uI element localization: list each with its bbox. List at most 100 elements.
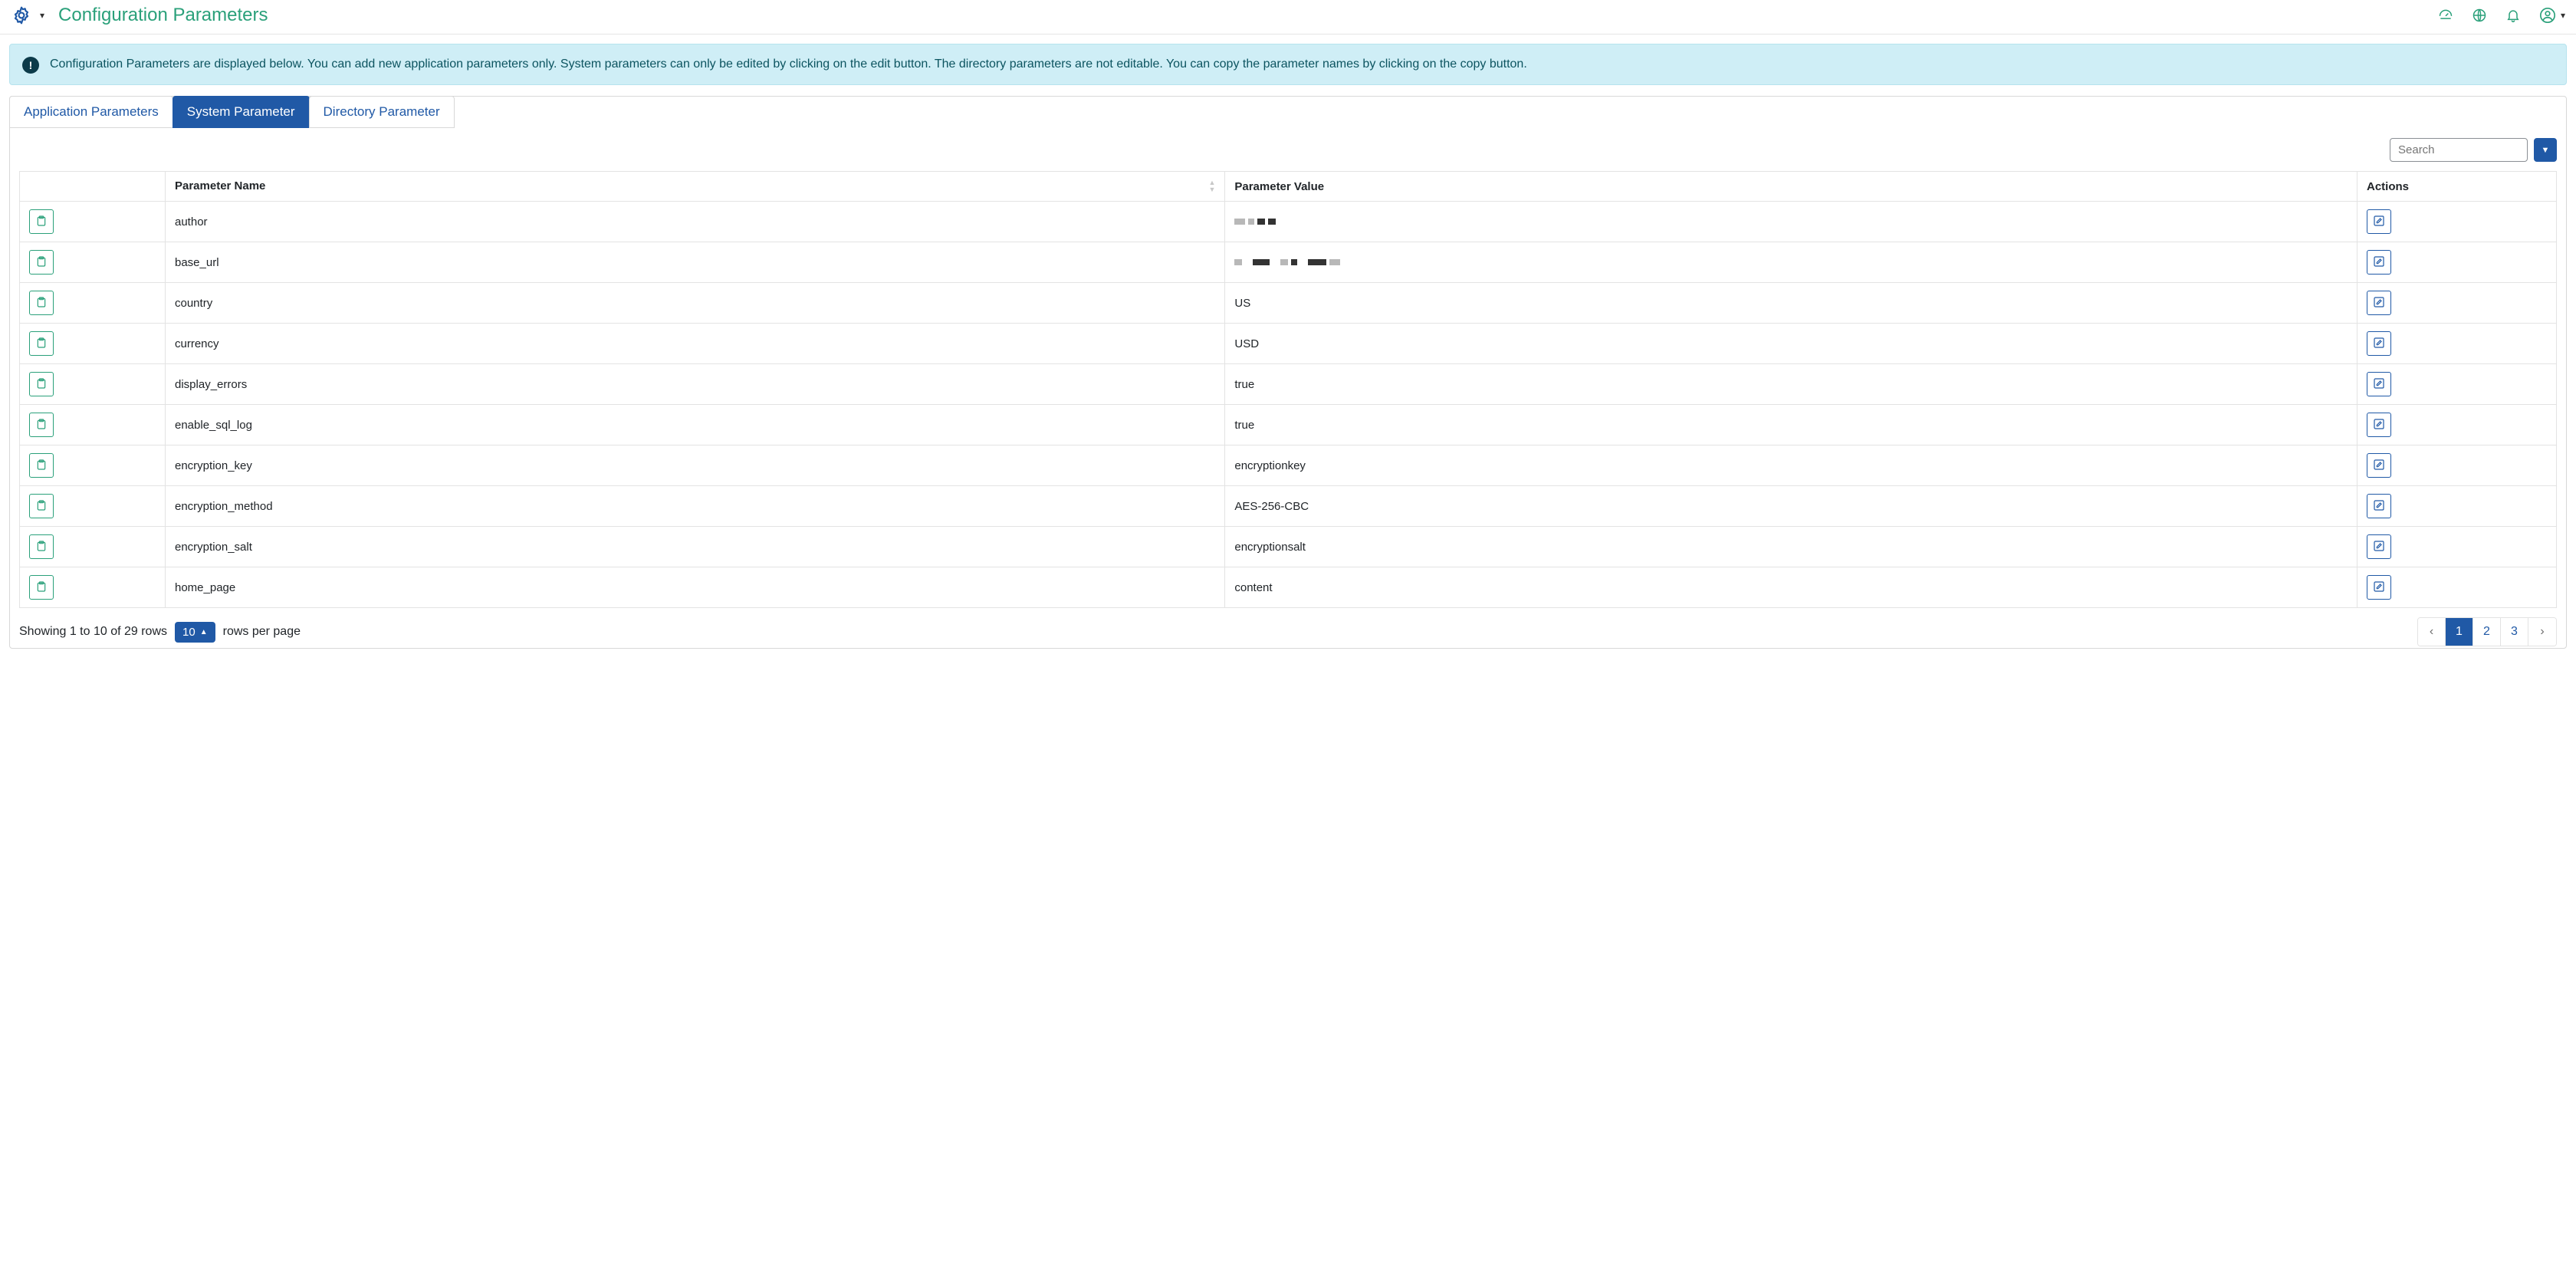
copy-button[interactable] — [29, 209, 54, 234]
edit-button[interactable] — [2367, 331, 2391, 356]
brand-gear-icon[interactable] — [11, 5, 32, 26]
tab-app[interactable]: Application Parameters — [9, 96, 173, 128]
param-value: true — [1225, 405, 2358, 446]
tab-sys[interactable]: System Parameter — [172, 96, 310, 128]
param-value — [1225, 242, 2358, 283]
edit-icon — [2373, 418, 2385, 432]
tab-content: ▼ Parameter Name ▲▼ Parameter Value Acti… — [10, 129, 2566, 648]
edit-icon — [2373, 499, 2385, 514]
copy-button[interactable] — [29, 534, 54, 559]
param-name: encryption_key — [166, 446, 1225, 486]
clipboard-icon — [35, 296, 48, 311]
clipboard-icon — [35, 540, 48, 554]
page-size-value: 10 — [182, 626, 196, 639]
chevron-up-icon: ▲ — [200, 628, 208, 636]
page-size-select[interactable]: 10 ▲ — [175, 622, 215, 643]
pagination-page-1[interactable]: 1 — [2446, 618, 2473, 646]
copy-button[interactable] — [29, 494, 54, 518]
tab-dir[interactable]: Directory Parameter — [309, 96, 455, 128]
table-row: home_pagecontent — [20, 567, 2557, 608]
top-bar: ▾ Configuration Parameters ▾ — [0, 0, 2576, 35]
clipboard-icon — [35, 418, 48, 432]
table-toolbar: ▼ — [19, 138, 2557, 162]
brand-menu-caret-icon[interactable]: ▾ — [40, 10, 44, 21]
pagination-next[interactable]: › — [2528, 618, 2556, 646]
table-row: encryption_keyencryptionkey — [20, 446, 2557, 486]
edit-button[interactable] — [2367, 534, 2391, 559]
rows-summary: Showing 1 to 10 of 29 rows — [19, 625, 167, 639]
edit-icon — [2373, 377, 2385, 392]
column-name[interactable]: Parameter Name ▲▼ — [166, 172, 1225, 202]
edit-button[interactable] — [2367, 413, 2391, 437]
info-alert-text: Configuration Parameters are displayed b… — [50, 55, 1527, 74]
copy-button[interactable] — [29, 291, 54, 315]
sort-icon[interactable]: ▲▼ — [1208, 179, 1215, 193]
param-name: home_page — [166, 567, 1225, 608]
edit-button[interactable] — [2367, 575, 2391, 600]
pagination: ‹123› — [2417, 617, 2557, 646]
edit-icon — [2373, 580, 2385, 595]
param-name: encryption_salt — [166, 527, 1225, 567]
copy-button[interactable] — [29, 372, 54, 396]
info-alert: ! Configuration Parameters are displayed… — [9, 44, 2567, 85]
tabs: Application ParametersSystem ParameterDi… — [9, 96, 2565, 128]
param-value: content — [1225, 567, 2358, 608]
copy-button[interactable] — [29, 331, 54, 356]
column-value: Parameter Value — [1225, 172, 2358, 202]
clipboard-icon — [35, 580, 48, 595]
clipboard-icon — [35, 499, 48, 514]
edit-icon — [2373, 215, 2385, 229]
param-name: currency — [166, 324, 1225, 364]
edit-button[interactable] — [2367, 453, 2391, 478]
info-icon: ! — [22, 57, 39, 74]
copy-button[interactable] — [29, 575, 54, 600]
toolbar-actions-dropdown[interactable]: ▼ — [2534, 138, 2557, 162]
footer-left: Showing 1 to 10 of 29 rows 10 ▲ rows per… — [19, 622, 301, 643]
param-name: enable_sql_log — [166, 405, 1225, 446]
copy-button[interactable] — [29, 413, 54, 437]
edit-button[interactable] — [2367, 494, 2391, 518]
edit-icon — [2373, 337, 2385, 351]
pagination-page-2[interactable]: 2 — [2473, 618, 2501, 646]
tabs-panel: Application ParametersSystem ParameterDi… — [9, 96, 2567, 649]
top-bar-left: ▾ Configuration Parameters — [11, 5, 268, 26]
bell-icon[interactable] — [2505, 8, 2521, 23]
redacted-value — [1234, 219, 2348, 225]
copy-button[interactable] — [29, 250, 54, 275]
parameters-table: Parameter Name ▲▼ Parameter Value Action… — [19, 171, 2557, 608]
chevron-down-icon: ▼ — [2542, 146, 2550, 155]
edit-icon — [2373, 459, 2385, 473]
edit-button[interactable] — [2367, 250, 2391, 275]
edit-button[interactable] — [2367, 291, 2391, 315]
param-value: USD — [1225, 324, 2358, 364]
clipboard-icon — [35, 215, 48, 229]
edit-icon — [2373, 296, 2385, 311]
table-row: currencyUSD — [20, 324, 2557, 364]
clipboard-icon — [35, 377, 48, 392]
copy-button[interactable] — [29, 453, 54, 478]
user-menu[interactable]: ▾ — [2539, 7, 2565, 24]
rows-per-page-label: rows per page — [223, 625, 301, 639]
search-input[interactable] — [2390, 138, 2528, 162]
top-bar-right: ▾ — [2438, 7, 2565, 24]
edit-icon — [2373, 540, 2385, 554]
param-value: AES-256-CBC — [1225, 486, 2358, 527]
column-copy — [20, 172, 166, 202]
globe-icon[interactable] — [2472, 8, 2487, 23]
clipboard-icon — [35, 337, 48, 351]
dashboard-icon[interactable] — [2438, 8, 2453, 23]
pagination-prev[interactable]: ‹ — [2418, 618, 2446, 646]
table-row: display_errorstrue — [20, 364, 2557, 405]
param-value: US — [1225, 283, 2358, 324]
table-row: countryUS — [20, 283, 2557, 324]
column-actions: Actions — [2358, 172, 2557, 202]
edit-button[interactable] — [2367, 209, 2391, 234]
param-value: encryptionsalt — [1225, 527, 2358, 567]
page-title: Configuration Parameters — [58, 5, 268, 26]
edit-icon — [2373, 255, 2385, 270]
param-name: country — [166, 283, 1225, 324]
param-name: author — [166, 202, 1225, 242]
clipboard-icon — [35, 255, 48, 270]
edit-button[interactable] — [2367, 372, 2391, 396]
pagination-page-3[interactable]: 3 — [2501, 618, 2528, 646]
